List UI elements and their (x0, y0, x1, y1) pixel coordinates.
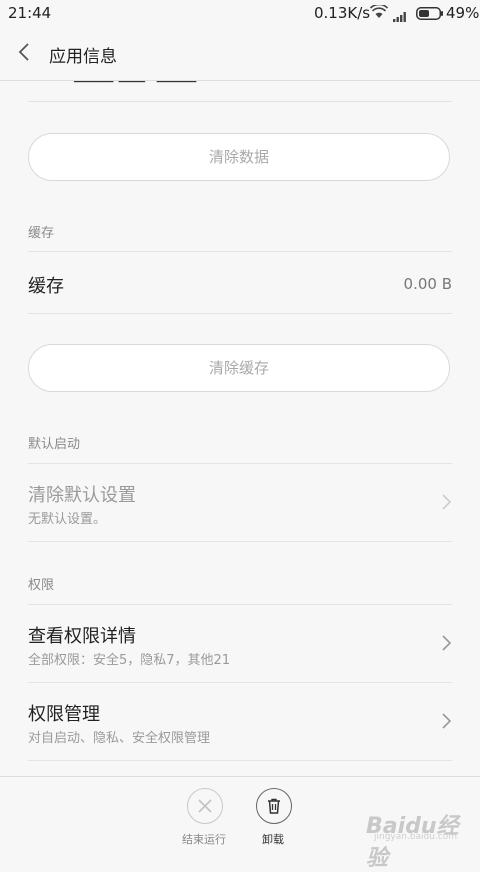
section-title-permissions: 权限 (28, 578, 55, 593)
chevron-right-icon (440, 634, 452, 652)
content-scroll[interactable]: ▁▁▁ ▁▁ (▁▁▁) 清除数据 缓存 缓存 0.00 B 清除缓存 默认启动… (0, 81, 480, 776)
network-speed: 0.13K/s (314, 4, 371, 22)
divider (28, 682, 452, 683)
chevron-right-icon (440, 712, 452, 730)
permission-details-sub: 全部权限：安全5，隐私7，其他21 (28, 653, 231, 668)
signal-icon (393, 8, 409, 26)
clear-defaults-sub: 无默认设置。 (28, 512, 107, 527)
section-title-cache: 缓存 (28, 226, 55, 241)
permission-details-label: 查看权限详情 (28, 626, 136, 647)
divider (28, 313, 452, 314)
section-title-default-launch: 默认启动 (28, 437, 81, 452)
cache-row-label: 缓存 (28, 276, 64, 297)
wifi-icon (369, 3, 389, 23)
storage-row-partial: ▁▁▁ ▁▁ (▁▁▁) (28, 81, 452, 102)
baidu-watermark: Baidu经验 jingyan.baidu.com (366, 806, 476, 871)
close-icon (198, 799, 212, 813)
divider (28, 251, 452, 252)
end-process-label: 结束运行 (182, 833, 226, 846)
divider (28, 463, 452, 464)
clear-cache-button[interactable]: 清除缓存 (28, 344, 450, 392)
uninstall-button[interactable] (256, 788, 292, 824)
status-time: 21:44 (8, 4, 52, 22)
clear-defaults-label: 清除默认设置 (28, 485, 136, 506)
trash-icon (268, 798, 280, 814)
divider (28, 604, 452, 605)
permission-management-label: 权限管理 (28, 704, 100, 725)
clear-data-button[interactable]: 清除数据 (28, 133, 450, 181)
battery-icon (416, 6, 444, 24)
chevron-right-icon (440, 493, 452, 511)
partial-text: ▁▁▁ ▁▁ (▁▁▁) (74, 81, 203, 83)
divider (28, 541, 452, 542)
chevron-left-icon[interactable] (18, 42, 38, 64)
cache-row-value: 0.00 B (403, 275, 452, 293)
divider (28, 760, 452, 761)
page-title: 应用信息 (49, 47, 117, 67)
uninstall-label: 卸载 (262, 833, 284, 846)
watermark-sub: jingyan.baidu.com (374, 832, 458, 842)
status-bar: 21:44 0.13K/s 49% (0, 0, 480, 26)
title-bar: 应用信息 (0, 26, 480, 81)
permission-management-sub: 对自启动、隐私、安全权限管理 (28, 731, 211, 746)
battery-percent: 49% (446, 4, 480, 22)
end-process-button[interactable] (187, 788, 223, 824)
